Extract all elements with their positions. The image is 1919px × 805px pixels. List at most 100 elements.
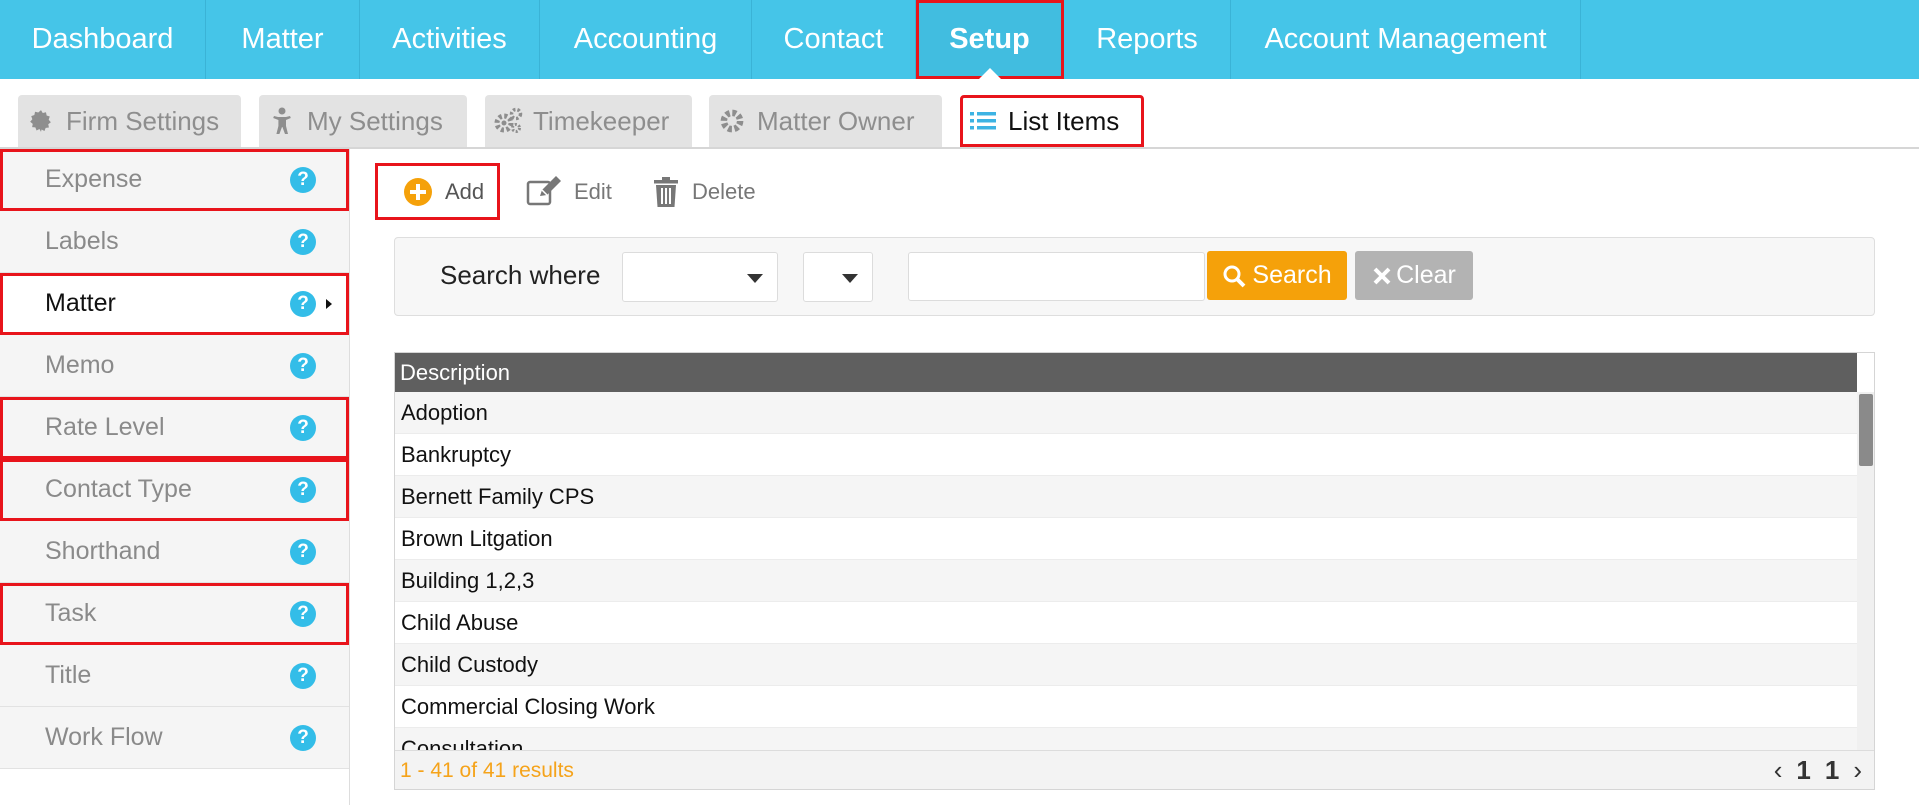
gears-icon — [493, 106, 523, 136]
table-row[interactable]: Brown Litgation — [395, 518, 1857, 560]
column-header-description[interactable]: Description — [395, 353, 1857, 392]
sidebar-item-shorthand[interactable]: Shorthand ? — [0, 521, 349, 583]
table-row[interactable]: Commercial Closing Work — [395, 686, 1857, 728]
nav-matter[interactable]: Matter — [206, 0, 360, 79]
grid-footer: 1 - 41 of 41 results ‹ 1 1 › — [395, 750, 1874, 789]
help-icon[interactable]: ? — [290, 166, 316, 193]
gear-icon — [717, 106, 747, 136]
results-count: 1 - 41 of 41 results — [400, 759, 574, 782]
search-button[interactable]: Search — [1207, 251, 1347, 300]
search-operator-select[interactable] — [803, 252, 873, 302]
nav-accounting[interactable]: Accounting — [540, 0, 752, 79]
tab-list-items[interactable]: List Items — [960, 95, 1144, 147]
list-icon — [968, 106, 998, 136]
nav-setup[interactable]: Setup — [916, 0, 1064, 79]
chevron-down-icon — [747, 274, 763, 283]
sidebar-item-title[interactable]: Title ? — [0, 645, 349, 707]
table-row[interactable]: Adoption — [395, 392, 1857, 434]
caret-right-icon — [326, 298, 332, 309]
sidebar-item-labels[interactable]: Labels ? — [0, 211, 349, 273]
help-icon[interactable]: ? — [290, 228, 316, 255]
tab-label: My Settings — [307, 105, 443, 136]
sidebar-item-label: Matter — [45, 289, 116, 317]
pagination: ‹ 1 1 › — [1760, 755, 1862, 786]
delete-label: Delete — [692, 178, 756, 204]
sidebar-item-label: Rate Level — [45, 413, 165, 441]
sidebar-item-label: Work Flow — [45, 723, 163, 751]
edit-label: Edit — [574, 178, 612, 204]
help-icon[interactable]: ? — [290, 724, 316, 751]
prev-page-icon[interactable]: ‹ — [1774, 755, 1783, 786]
search-button-label: Search — [1252, 261, 1332, 289]
help-icon[interactable]: ? — [290, 414, 316, 441]
sidebar-item-label: Labels — [45, 227, 119, 255]
table-row[interactable]: Child Custody — [395, 644, 1857, 686]
sidebar-item-work-flow[interactable]: Work Flow ? — [0, 707, 349, 769]
edit-icon — [526, 175, 562, 208]
clear-button-label: Clear — [1396, 261, 1456, 289]
tab-label: Firm Settings — [66, 105, 220, 136]
tab-timekeeper[interactable]: Timekeeper — [485, 95, 692, 147]
table-row[interactable]: Child Abuse — [395, 602, 1857, 644]
sidebar-item-memo[interactable]: Memo ? — [0, 335, 349, 397]
help-icon[interactable]: ? — [290, 600, 316, 627]
sidebar-item-label: Title — [45, 661, 92, 689]
plus-circle-icon — [403, 177, 433, 207]
help-icon[interactable]: ? — [290, 476, 316, 503]
help-icon[interactable]: ? — [290, 352, 316, 379]
sidebar-item-label: Task — [45, 599, 97, 627]
sidebar-item-contact-type[interactable]: Contact Type ? — [0, 459, 349, 521]
table-row[interactable]: Building 1,2,3 — [395, 560, 1857, 602]
tab-matter-owner[interactable]: Matter Owner — [709, 95, 942, 147]
tab-label: Matter Owner — [757, 105, 915, 136]
next-page-icon[interactable]: › — [1853, 755, 1862, 786]
nav-activities[interactable]: Activities — [360, 0, 540, 79]
sidebar-item-label: Shorthand — [45, 537, 161, 565]
help-icon[interactable]: ? — [290, 538, 316, 565]
search-input[interactable] — [908, 252, 1205, 301]
table-row[interactable]: Consultation — [395, 728, 1857, 750]
tab-label: Timekeeper — [533, 105, 670, 136]
top-navigation: Dashboard Matter Activities Accounting C… — [0, 0, 1919, 79]
tab-label: List Items — [1008, 105, 1120, 136]
search-where-label: Search where — [440, 260, 601, 290]
sidebar-item-task[interactable]: Task ? — [0, 583, 349, 645]
list-category-sidebar: Expense ? Labels ? Matter ? Memo ? Rate … — [0, 149, 350, 805]
clear-button[interactable]: Clear — [1355, 251, 1473, 300]
setup-subtabs: Firm Settings My Settings Timekeeper Mat… — [0, 79, 1919, 149]
table-row[interactable]: Bernett Family CPS — [395, 476, 1857, 518]
delete-button[interactable]: Delete — [652, 163, 762, 220]
trash-icon — [652, 176, 680, 208]
nav-dashboard[interactable]: Dashboard — [0, 0, 206, 79]
sidebar-item-matter[interactable]: Matter ? — [0, 273, 349, 335]
list-items-grid: Description Adoption Bankruptcy Bernett … — [394, 352, 1875, 790]
nav-reports[interactable]: Reports — [1064, 0, 1231, 79]
table-row[interactable]: Bankruptcy — [395, 434, 1857, 476]
tab-my-settings[interactable]: My Settings — [259, 95, 467, 147]
help-icon[interactable]: ? — [290, 290, 316, 317]
person-icon — [267, 106, 297, 136]
search-icon — [1222, 264, 1246, 288]
sidebar-item-label: Expense — [45, 165, 143, 193]
sidebar-item-label: Memo — [45, 351, 115, 379]
sidebar-item-label: Contact Type — [45, 475, 192, 503]
total-pages: 1 — [1824, 755, 1840, 785]
search-field-select[interactable] — [622, 252, 778, 302]
edit-button[interactable]: Edit — [526, 163, 616, 220]
chevron-down-icon — [842, 274, 858, 283]
help-icon[interactable]: ? — [290, 662, 316, 689]
nav-contact[interactable]: Contact — [752, 0, 916, 79]
sidebar-item-expense[interactable]: Expense ? — [0, 149, 349, 211]
add-button[interactable]: Add — [375, 163, 500, 220]
search-panel: Search where Search Clear — [394, 237, 1875, 316]
sidebar-item-rate-level[interactable]: Rate Level ? — [0, 397, 349, 459]
tab-firm-settings[interactable]: Firm Settings — [18, 95, 241, 147]
scrollbar-thumb[interactable] — [1859, 394, 1873, 466]
grid-scrollbar[interactable] — [1857, 392, 1874, 750]
close-icon — [1372, 266, 1392, 286]
grid-body: Adoption Bankruptcy Bernett Family CPS B… — [395, 392, 1857, 750]
add-label: Add — [445, 178, 485, 204]
current-page[interactable]: 1 — [1796, 755, 1810, 786]
nav-account-management[interactable]: Account Management — [1231, 0, 1581, 79]
gear-icon — [26, 106, 56, 136]
